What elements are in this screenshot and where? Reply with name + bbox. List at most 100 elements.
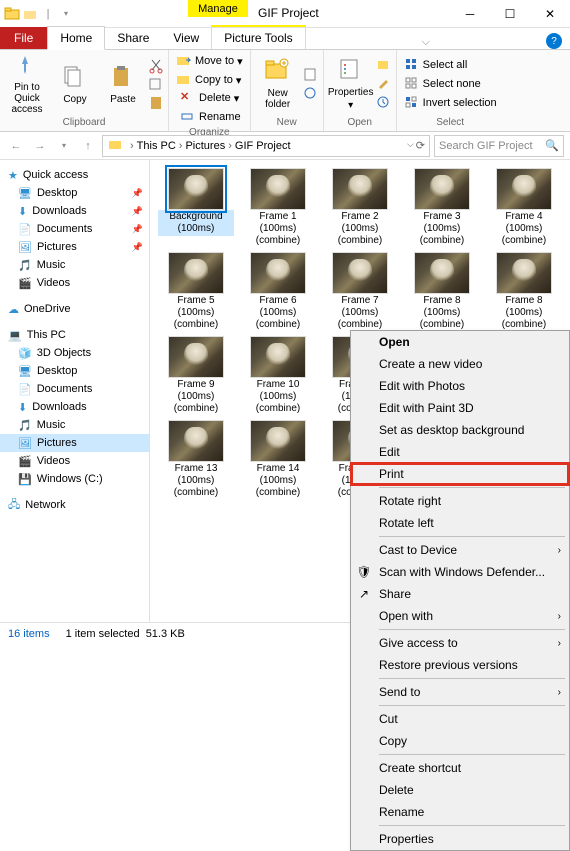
refresh-icon[interactable]: ⟳ bbox=[416, 139, 425, 152]
delete-button[interactable]: ✕Delete ▾ bbox=[177, 89, 246, 107]
nav-documents[interactable]: 📄Documents📌 bbox=[0, 220, 149, 238]
tab-view[interactable]: View bbox=[161, 27, 211, 49]
nav-network[interactable]: 🖧Network bbox=[0, 496, 149, 514]
nav-windowsc[interactable]: 💾Windows (C:) bbox=[0, 470, 149, 488]
thumbnail-item[interactable]: Frame 14(100ms)(combine) bbox=[240, 420, 316, 500]
copy-button[interactable]: Copy bbox=[52, 53, 98, 115]
tab-share[interactable]: Share bbox=[105, 27, 161, 49]
cm-print[interactable]: Print bbox=[351, 463, 569, 485]
select-none-button[interactable]: Select none bbox=[401, 75, 484, 93]
cm-scan[interactable]: 🛡Scan with Windows Defender... bbox=[351, 561, 569, 583]
invert-selection-button[interactable]: Invert selection bbox=[401, 94, 500, 112]
breadcrumb-item[interactable]: Pictures bbox=[185, 140, 225, 152]
breadcrumb[interactable]: › This PC › Pictures › GIF Project ⌵ ⟳ bbox=[102, 135, 430, 157]
close-button[interactable]: ✕ bbox=[530, 0, 570, 28]
thumbnail-item[interactable]: Frame 9(100ms)(combine) bbox=[158, 336, 234, 416]
nav-thispc[interactable]: 💻This PC bbox=[0, 326, 149, 344]
search-input[interactable]: Search GIF Project 🔍 bbox=[434, 135, 564, 157]
edit-icon[interactable] bbox=[376, 76, 392, 92]
cm-edit[interactable]: Edit bbox=[351, 441, 569, 463]
cm-create-shortcut[interactable]: Create shortcut bbox=[351, 757, 569, 779]
breadcrumb-item[interactable]: GIF Project bbox=[235, 140, 291, 152]
folder-small-icon[interactable] bbox=[22, 6, 38, 22]
nav-music[interactable]: 🎵Music bbox=[0, 256, 149, 274]
thumbnail-item[interactable]: Frame 2(100ms)(combine) bbox=[322, 168, 398, 248]
cm-rotate-left[interactable]: Rotate left bbox=[351, 512, 569, 534]
paste-shortcut-icon[interactable] bbox=[148, 94, 164, 110]
cm-open[interactable]: Open bbox=[351, 331, 569, 353]
dropdown-icon[interactable]: ⌵ bbox=[407, 139, 414, 152]
cm-cut[interactable]: Cut bbox=[351, 708, 569, 730]
cm-restore[interactable]: Restore previous versions bbox=[351, 654, 569, 676]
minimize-button[interactable]: ─ bbox=[450, 0, 490, 28]
select-all-button[interactable]: Select all bbox=[401, 56, 471, 74]
thumbnail-item[interactable]: Frame 8 (100ms)(combine) bbox=[404, 252, 480, 332]
nav-downloads-pc[interactable]: ⬇Downloads bbox=[0, 398, 149, 416]
thumbnail-item[interactable]: Frame 5(100ms)(combine) bbox=[158, 252, 234, 332]
properties-button[interactable]: Properties ▾ bbox=[328, 53, 374, 115]
nav-videos-pc[interactable]: 🎬Videos bbox=[0, 452, 149, 470]
copy-path-icon[interactable] bbox=[148, 76, 164, 92]
help-icon[interactable]: ? bbox=[546, 33, 562, 49]
thumbnail-item[interactable]: Background(100ms) bbox=[158, 168, 234, 248]
content-pane[interactable]: Background(100ms)Frame 1(100ms)(combine)… bbox=[150, 160, 570, 622]
dropdown-icon[interactable]: ▾ bbox=[58, 6, 74, 22]
cm-cast[interactable]: Cast to Device› bbox=[351, 539, 569, 561]
nav-documents-pc[interactable]: 📄Documents bbox=[0, 380, 149, 398]
thumbnail-item[interactable]: Frame 6(100ms)(combine) bbox=[240, 252, 316, 332]
cm-send-to[interactable]: Send to› bbox=[351, 681, 569, 703]
breadcrumb-item[interactable]: This PC bbox=[137, 140, 176, 152]
nav-music-pc[interactable]: 🎵Music bbox=[0, 416, 149, 434]
new-item-icon[interactable] bbox=[303, 67, 319, 83]
open-icon[interactable] bbox=[376, 57, 392, 73]
cut-icon[interactable] bbox=[148, 58, 164, 74]
thumbnail-item[interactable]: Frame 8 (100ms)(combine) bbox=[486, 252, 562, 332]
tab-home[interactable]: Home bbox=[47, 26, 105, 50]
thumbnail-item[interactable]: Frame 4 (100ms)(combine) bbox=[486, 168, 562, 248]
forward-button[interactable]: → bbox=[30, 136, 50, 156]
moveto-button[interactable]: Move to ▾ bbox=[173, 52, 246, 70]
cm-edit-photos[interactable]: Edit with Photos bbox=[351, 375, 569, 397]
cm-delete[interactable]: Delete bbox=[351, 779, 569, 801]
nav-videos[interactable]: 🎬Videos bbox=[0, 274, 149, 292]
nav-desktop-pc[interactable]: 🖥Desktop bbox=[0, 362, 149, 380]
cm-share[interactable]: ↗Share bbox=[351, 583, 569, 605]
recent-dropdown[interactable]: ▾ bbox=[54, 136, 74, 156]
tab-picture-tools[interactable]: Picture Tools bbox=[211, 25, 305, 49]
cm-rename[interactable]: Rename bbox=[351, 801, 569, 823]
cm-set-background[interactable]: Set as desktop background bbox=[351, 419, 569, 441]
select-none-icon bbox=[404, 76, 420, 92]
cm-open-with[interactable]: Open with› bbox=[351, 605, 569, 627]
back-button[interactable]: ← bbox=[6, 136, 26, 156]
copyto-button[interactable]: Copy to ▾ bbox=[173, 71, 244, 89]
nav-3dobjects[interactable]: 🧊3D Objects bbox=[0, 344, 149, 362]
nav-downloads[interactable]: ⬇Downloads📌 bbox=[0, 202, 149, 220]
cm-rotate-right[interactable]: Rotate right bbox=[351, 490, 569, 512]
thumbnail-item[interactable]: Frame 3 (100ms)(combine) bbox=[404, 168, 480, 248]
cm-give-access[interactable]: Give access to› bbox=[351, 632, 569, 654]
navigation-pane[interactable]: ★Quick access 🖥Desktop📌 ⬇Downloads📌 📄Doc… bbox=[0, 160, 150, 622]
thumbnail-item[interactable]: Frame 13(100ms)(combine) bbox=[158, 420, 234, 500]
cm-edit-paint3d[interactable]: Edit with Paint 3D bbox=[351, 397, 569, 419]
thumbnail-item[interactable]: Frame 1(100ms)(combine) bbox=[240, 168, 316, 248]
nav-onedrive[interactable]: ☁OneDrive bbox=[0, 300, 149, 318]
cm-copy[interactable]: Copy bbox=[351, 730, 569, 752]
cm-properties[interactable]: Properties bbox=[351, 828, 569, 850]
easy-access-icon[interactable] bbox=[303, 86, 319, 102]
maximize-button[interactable]: ☐ bbox=[490, 0, 530, 28]
paste-button[interactable]: Paste bbox=[100, 53, 146, 115]
new-folder-button[interactable]: New folder bbox=[255, 53, 301, 115]
expand-ribbon-icon[interactable]: ⌵ bbox=[418, 36, 434, 49]
rename-button[interactable]: Rename bbox=[177, 108, 246, 126]
pin-quick-access-button[interactable]: Pin to Quick access bbox=[4, 53, 50, 115]
up-button[interactable]: ↑ bbox=[78, 136, 98, 156]
thumbnail-item[interactable]: Frame 10(100ms)(combine) bbox=[240, 336, 316, 416]
nav-pictures-pc[interactable]: 🖼Pictures bbox=[0, 434, 149, 452]
nav-quick-access[interactable]: ★Quick access bbox=[0, 166, 149, 184]
cm-create-video[interactable]: Create a new video bbox=[351, 353, 569, 375]
history-icon[interactable] bbox=[376, 95, 392, 111]
tab-file[interactable]: File bbox=[0, 27, 47, 49]
nav-pictures[interactable]: 🖼Pictures📌 bbox=[0, 238, 149, 256]
nav-desktop[interactable]: 🖥Desktop📌 bbox=[0, 184, 149, 202]
thumbnail-item[interactable]: Frame 7(100ms)(combine) bbox=[322, 252, 398, 332]
